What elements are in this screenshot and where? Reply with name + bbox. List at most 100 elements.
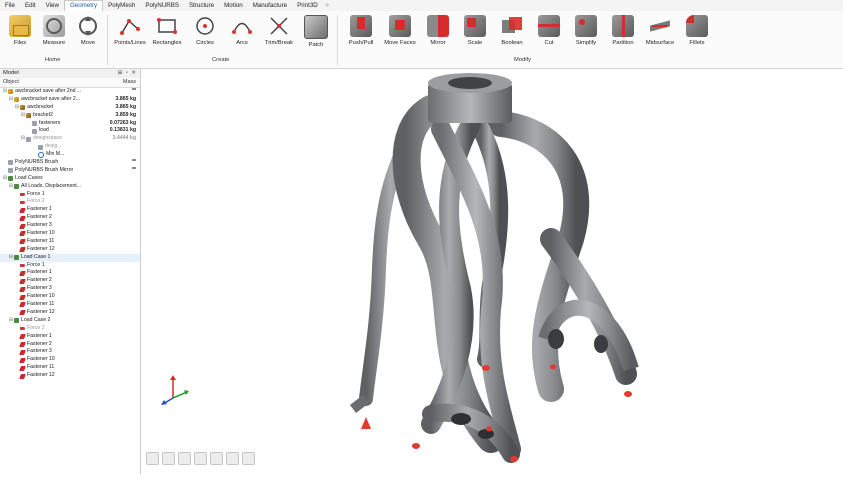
tree-row[interactable]: Fastener 11 <box>0 364 140 372</box>
pin-icon[interactable]: ✧ <box>323 2 330 9</box>
tree-row[interactable]: desig... <box>0 143 140 151</box>
settings-icon[interactable] <box>242 452 255 465</box>
patch-button[interactable]: Patch <box>296 15 336 48</box>
tree-row[interactable]: Force 2 <box>0 198 140 206</box>
tree-row[interactable]: Fastener 11 <box>0 238 140 246</box>
tree-row[interactable]: ⊟ awcbracket 3.865 kg <box>0 104 140 112</box>
push-pull-button[interactable]: Push/Pull <box>341 15 381 46</box>
tree-row[interactable]: Fastener 11 <box>0 301 140 309</box>
menu-structure[interactable]: Structure <box>184 0 219 11</box>
tree-row-label: Fastener 3 <box>27 285 52 292</box>
tree-row[interactable]: Fastener 1 <box>0 269 140 277</box>
move-faces-icon <box>389 15 411 37</box>
tree-row[interactable]: fasteners 0.07263 kg <box>0 120 140 128</box>
3d-viewport[interactable] <box>141 69 843 474</box>
zoom-out-icon[interactable] <box>226 452 239 465</box>
body-icon <box>8 160 13 166</box>
move-faces-button[interactable]: Move Faces <box>380 15 420 46</box>
tree-row[interactable]: ⊟ bracket2 3.859 kg <box>0 112 140 120</box>
radio-icon <box>38 152 44 159</box>
group-modify: Modify <box>514 57 532 63</box>
bracket-model[interactable] <box>141 69 843 474</box>
tree-row-label: Fastener 11 <box>27 237 55 244</box>
menu-manufacture[interactable]: Manufacture <box>248 0 292 11</box>
zoom-fit-icon[interactable] <box>178 452 191 465</box>
tree-row-label: awcbracket save after 2... <box>21 95 81 102</box>
tree-row[interactable]: Fastener 3 <box>0 222 140 230</box>
simplify-button[interactable]: Simplify <box>566 15 606 46</box>
tree-row[interactable]: Fastener 2 <box>0 214 140 222</box>
cut-button[interactable]: Cut <box>529 15 569 46</box>
tree-row-label: Fastener 10 <box>27 293 55 300</box>
tree-row[interactable]: Fastener 12 <box>0 246 140 254</box>
fastener-icon <box>19 341 26 347</box>
col-object[interactable]: Object <box>3 78 19 87</box>
cut-icon <box>538 15 560 37</box>
tree-row[interactable]: Fastener 3 <box>0 285 140 293</box>
tree-row[interactable]: ⊟ Load Cases <box>0 175 140 183</box>
tree-row[interactable]: Fastener 1 <box>0 206 140 214</box>
partition-button[interactable]: Partition <box>603 15 643 46</box>
rotate-icon[interactable] <box>194 452 207 465</box>
zoom-in-icon[interactable] <box>210 452 223 465</box>
rectangles-button[interactable]: Rectangles <box>147 15 187 46</box>
tree-row[interactable]: PolyNURBS Brush ** <box>0 159 140 167</box>
view-cube-icon[interactable] <box>146 452 159 465</box>
menu-edit[interactable]: Edit <box>20 0 41 11</box>
tree-row[interactable]: Min M... <box>0 151 140 159</box>
tree-row[interactable]: ⊟ awcbracket save after 2nd ... ** <box>0 88 140 96</box>
circles-button[interactable]: Circles <box>185 15 225 46</box>
mirror-button[interactable]: Mirror <box>418 15 458 46</box>
camera-icon[interactable] <box>162 452 175 465</box>
fastener-icon <box>19 357 26 363</box>
menu-geometry[interactable]: Geometry <box>63 0 104 11</box>
tree-row[interactable]: Fastener 12 <box>0 309 140 317</box>
fillets-icon <box>686 15 708 37</box>
tree-row[interactable]: ⊟ awcbracket save after 2... 3.865 kg <box>0 96 140 104</box>
fillets-button[interactable]: Fillets <box>677 15 717 46</box>
ribbon-separator <box>107 15 108 65</box>
menu-polynurbs[interactable]: PolyNURBS <box>140 0 184 11</box>
tree-row[interactable]: Force 1 <box>0 262 140 270</box>
scale-button[interactable]: Scale <box>455 15 495 46</box>
tree-row-label: awcbracket <box>27 103 54 110</box>
simplify-icon <box>575 15 597 37</box>
tree-row[interactable]: PolyNURBS Brush Mirror ** <box>0 167 140 175</box>
menu-file[interactable]: File <box>0 0 20 11</box>
rectangles-icon <box>156 15 178 37</box>
menu-view[interactable]: View <box>41 0 64 11</box>
tree-row[interactable]: Force 1 <box>0 191 140 199</box>
tree-row[interactable]: ⊟ All Loads, Displacement... <box>0 183 140 191</box>
tree-row[interactable]: Fastener 10 <box>0 356 140 364</box>
menu-bar: File Edit View Geometry PolyMesh PolyNUR… <box>0 0 843 11</box>
midsurface-button[interactable]: Midsurface <box>640 15 680 46</box>
arcs-button[interactable]: Arcs <box>222 15 262 46</box>
tree-row[interactable]: Fastener 2 <box>0 341 140 349</box>
move-button[interactable]: Move <box>68 15 108 46</box>
boolean-button[interactable]: Boolean <box>492 15 532 46</box>
tree-row[interactable]: ⊟ designspace 3.4444 kg <box>0 135 140 143</box>
trim-break-button[interactable]: Trim/Break <box>259 15 299 46</box>
tree-row[interactable]: Force 2 <box>0 325 140 333</box>
tree-row[interactable]: Fastener 12 <box>0 372 140 380</box>
tree-row[interactable]: Fastener 3 <box>0 348 140 356</box>
tree-row[interactable]: Fastener 10 <box>0 293 140 301</box>
panel-controls[interactable]: ⊞ ▫ ✕ <box>118 69 137 78</box>
scale-icon <box>464 15 486 37</box>
points-lines-icon <box>119 15 141 37</box>
tree-row[interactable]: Fastener 1 <box>0 333 140 341</box>
fastener-icon <box>19 286 26 292</box>
points-lines-button[interactable]: Points/Lines <box>110 15 150 46</box>
tree-row[interactable]: Fastener 10 <box>0 230 140 238</box>
menu-motion[interactable]: Motion <box>219 0 248 11</box>
tree-row[interactable]: Fastener 2 <box>0 277 140 285</box>
tree-row[interactable]: load 0.13831 kg <box>0 127 140 135</box>
tree-row[interactable]: ⊟ Load Case 2 <box>0 317 140 325</box>
col-mass[interactable]: Mass <box>123 78 136 87</box>
load-case-icon <box>14 184 19 190</box>
tree-row-label: Fastener 2 <box>27 277 52 284</box>
menu-polymesh[interactable]: PolyMesh <box>103 0 140 11</box>
menu-print3d[interactable]: Print3D <box>292 0 323 11</box>
tree-row[interactable]: ⊟ Load Case 1 <box>0 253 140 262</box>
tree-row-label: Fastener 2 <box>27 340 52 347</box>
